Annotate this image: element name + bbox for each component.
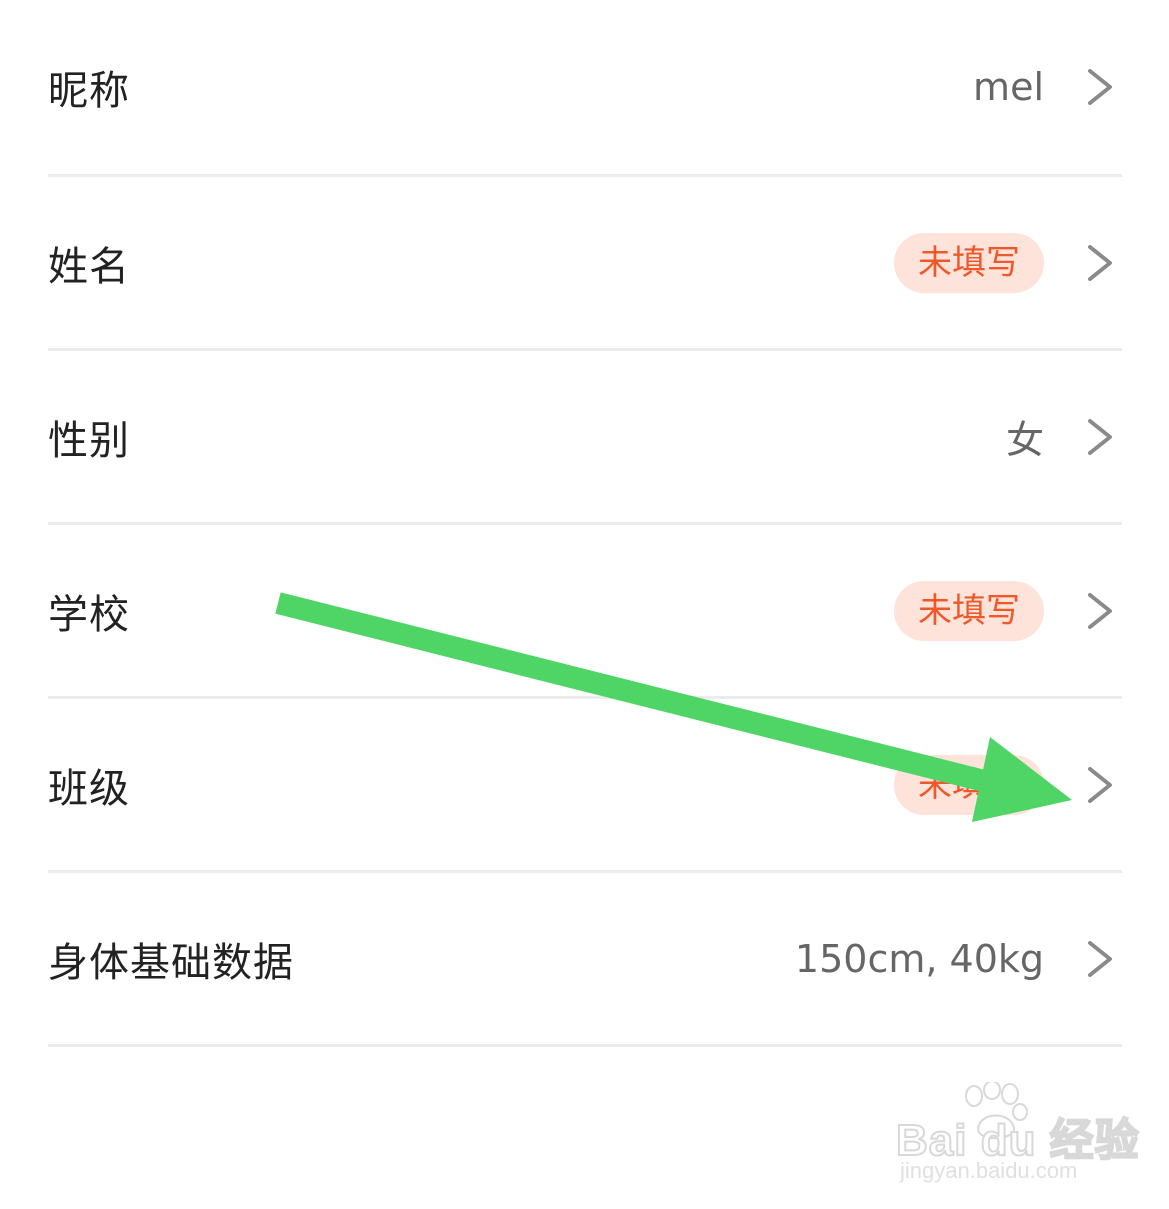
row-nickname[interactable]: 昵称 mel (48, 0, 1122, 177)
watermark-url: jingyan.baidu.com (900, 1158, 1078, 1183)
row-label: 学校 (48, 591, 130, 638)
row-right: 女 (1006, 351, 1122, 522)
row-value: mel (973, 65, 1044, 109)
chevron-right-icon[interactable] (1082, 415, 1118, 459)
row-label: 身体基础数据 (48, 939, 294, 986)
chevron-right-icon[interactable] (1082, 65, 1118, 109)
row-class[interactable]: 班级 未填写 (48, 699, 1122, 873)
row-right: 未填写 (894, 699, 1122, 870)
baidu-watermark: Bai du 经验 jingyan.baidu.com (895, 1082, 1140, 1192)
row-name[interactable]: 姓名 未填写 (48, 177, 1122, 351)
row-school[interactable]: 学校 未填写 (48, 525, 1122, 699)
row-label: 性别 (48, 417, 130, 464)
row-right: 未填写 (894, 525, 1122, 696)
row-label: 昵称 (48, 68, 130, 114)
profile-settings-list: 昵称 mel 姓名 未填写 性别 女 学校 未填写 班级 未填写 身体基础数据 … (48, 0, 1122, 1047)
unfilled-badge: 未填写 (894, 754, 1044, 815)
row-gender[interactable]: 性别 女 (48, 351, 1122, 525)
row-right: mel (973, 0, 1122, 174)
row-right: 150cm, 40kg (795, 873, 1122, 1044)
unfilled-badge: 未填写 (894, 232, 1044, 293)
row-body-data[interactable]: 身体基础数据 150cm, 40kg (48, 873, 1122, 1047)
row-value: 150cm, 40kg (794, 936, 1044, 981)
chevron-right-icon[interactable] (1082, 241, 1118, 285)
chevron-right-icon[interactable] (1082, 937, 1118, 981)
chevron-right-icon[interactable] (1082, 589, 1118, 633)
row-label: 班级 (48, 765, 130, 812)
row-label: 姓名 (48, 243, 130, 290)
unfilled-badge: 未填写 (894, 580, 1044, 641)
row-value: 女 (1005, 418, 1044, 462)
chevron-right-icon[interactable] (1082, 763, 1118, 807)
row-right: 未填写 (894, 177, 1122, 348)
